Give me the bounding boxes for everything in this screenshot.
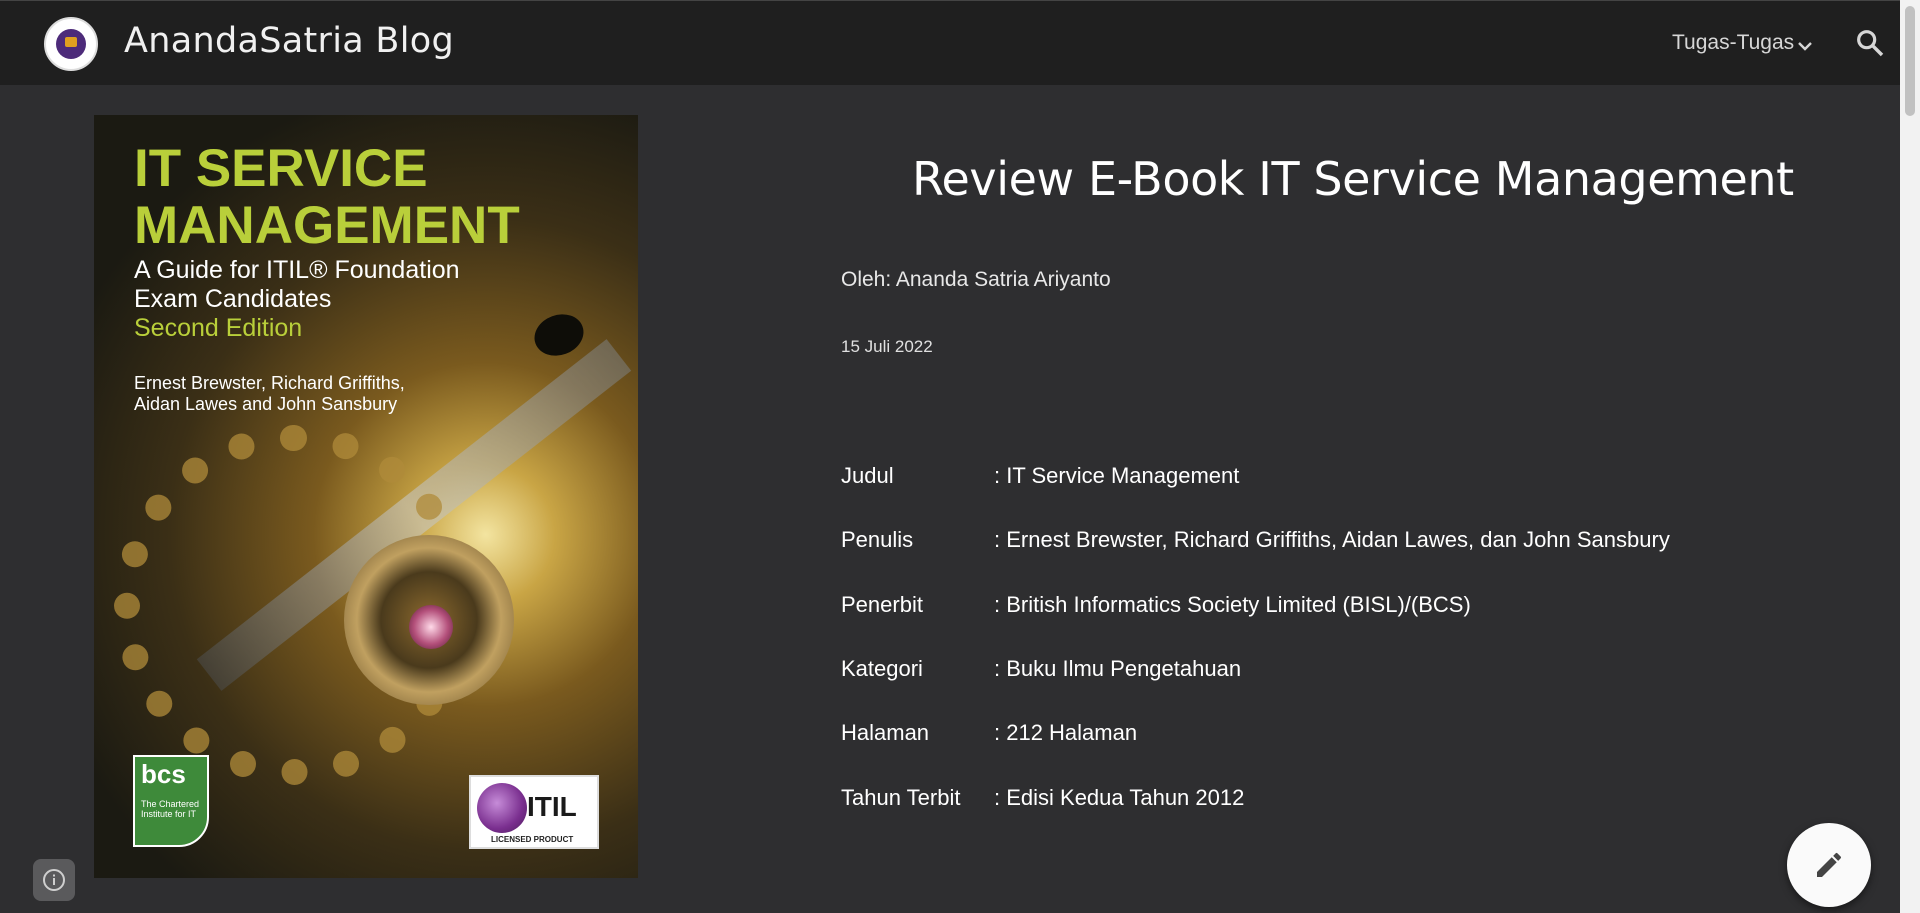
search-icon[interactable] (1854, 27, 1886, 59)
pencil-icon (1817, 852, 1842, 877)
scrollbar-thumb[interactable] (1905, 6, 1915, 116)
meta-value: : 212 Halaman (994, 720, 1138, 745)
edit-fab-button[interactable] (1787, 823, 1871, 907)
itil-logo: ITIL LICENSED PRODUCT (469, 775, 599, 849)
chevron-down-icon[interactable] (1797, 38, 1813, 54)
meta-key: Penulis (841, 527, 914, 552)
meta-key: Tahun Terbit (841, 785, 961, 810)
cover-title: IT SERVICE MANAGEMENT (134, 139, 520, 255)
post-date: 15 Juli 2022 (841, 337, 933, 356)
cover-subtitle: A Guide for ITIL® Foundation Exam Candid… (134, 256, 460, 313)
meta-value: : Edisi Kedua Tahun 2012 (994, 785, 1245, 810)
cover-edition: Second Edition (134, 314, 303, 342)
info-button[interactable] (33, 859, 75, 901)
meta-key: Halaman (841, 720, 930, 745)
site-logo-icon[interactable] (44, 17, 98, 71)
meta-key: Judul (841, 463, 894, 488)
vertical-scrollbar[interactable] (1900, 0, 1920, 913)
meta-key: Penerbit (841, 592, 923, 617)
book-cover-image: IT SERVICE MANAGEMENT A Guide for ITIL® … (94, 115, 638, 878)
meta-value: : Buku Ilmu Pengetahuan (994, 656, 1242, 681)
meta-value: : Ernest Brewster, Richard Griffiths, Ai… (994, 527, 1670, 552)
meta-value: : IT Service Management (994, 463, 1240, 488)
meta-key: Kategori (841, 656, 923, 681)
post-author: Oleh: Ananda Satria Ariyanto (841, 268, 1111, 291)
post-title: Review E-Book IT Service Management (912, 152, 1794, 206)
meta-value: : British Informatics Society Limited (B… (994, 592, 1471, 617)
nav-menu-tugas[interactable]: Tugas-Tugas (1672, 31, 1794, 55)
bcs-logo: bcs The Chartered Institute for IT (133, 755, 209, 847)
cover-authors: Ernest Brewster, Richard Griffiths, Aida… (134, 373, 405, 414)
site-title[interactable]: AnandaSatria Blog (124, 21, 454, 61)
site-header: AnandaSatria Blog Tugas-Tugas (0, 0, 1900, 85)
info-icon (43, 869, 65, 891)
